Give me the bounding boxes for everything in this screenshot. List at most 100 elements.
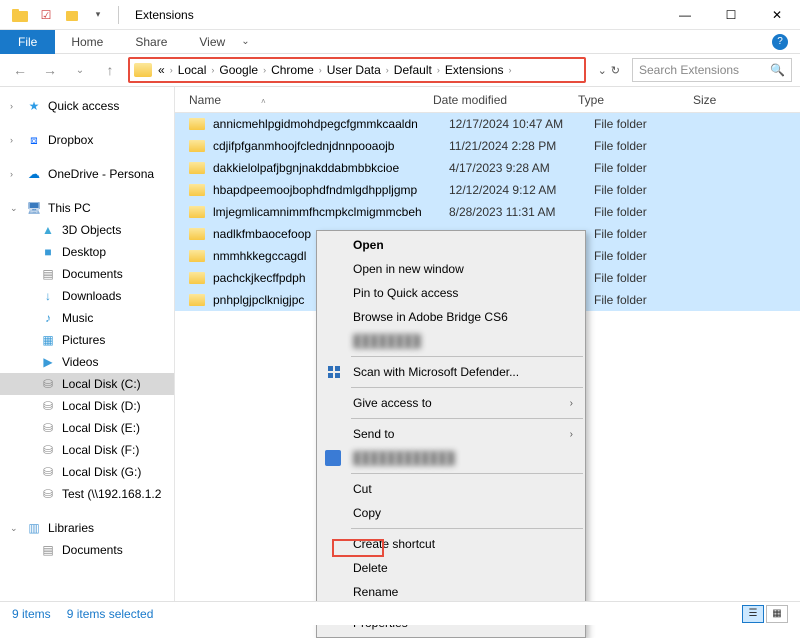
folder-icon — [189, 250, 205, 262]
menu-blurred-item[interactable]: ████████ — [317, 329, 585, 353]
documents-icon: ▤ — [40, 266, 56, 282]
breadcrumb-item[interactable]: Default — [394, 63, 432, 77]
divider — [118, 6, 119, 24]
nav-pictures[interactable]: ▦Pictures — [0, 329, 174, 351]
address-bar[interactable]: « › Local› Google› Chrome› User Data› De… — [128, 57, 586, 83]
menu-blurred-item[interactable]: ████████████ — [317, 446, 585, 470]
breadcrumb-item[interactable]: Local — [178, 63, 207, 77]
nav-libraries[interactable]: ⌄▥Libraries — [0, 517, 174, 539]
folder-icon — [10, 5, 30, 25]
nav-quick-access[interactable]: ›★Quick access — [0, 95, 174, 117]
col-size[interactable]: Size — [693, 93, 800, 107]
search-placeholder: Search Extensions — [639, 63, 739, 77]
nav-music[interactable]: ♪Music — [0, 307, 174, 329]
nav-documents[interactable]: ▤Documents — [0, 263, 174, 285]
refresh-button[interactable]: ↻ — [611, 64, 620, 77]
menu-open[interactable]: Open — [317, 233, 585, 257]
menu-create-shortcut[interactable]: Create shortcut — [317, 532, 585, 556]
tab-share[interactable]: Share — [119, 31, 183, 53]
nav-local-g[interactable]: ⛁Local Disk (G:) — [0, 461, 174, 483]
nav-local-d[interactable]: ⛁Local Disk (D:) — [0, 395, 174, 417]
file-row[interactable]: annicmehlpgidmohdpegcfgmmkcaaldn12/17/20… — [175, 113, 800, 135]
menu-copy[interactable]: Copy — [317, 501, 585, 525]
nav-recent-dropdown[interactable]: ⌄ — [68, 58, 92, 82]
nav-up-button[interactable]: ↑ — [98, 58, 122, 82]
status-item-count: 9 items — [12, 607, 51, 621]
view-icons-button[interactable]: ▦ — [766, 605, 788, 623]
nav-videos[interactable]: ▶Videos — [0, 351, 174, 373]
window-title: Extensions — [135, 8, 194, 22]
nav-local-e[interactable]: ⛁Local Disk (E:) — [0, 417, 174, 439]
tab-home[interactable]: Home — [55, 31, 119, 53]
breadcrumb-item[interactable]: Google — [219, 63, 258, 77]
maximize-button[interactable]: ☐ — [708, 0, 754, 30]
help-button[interactable]: ? — [772, 34, 788, 50]
breadcrumb-overflow[interactable]: « — [158, 63, 165, 77]
view-details-button[interactable]: ☰ — [742, 605, 764, 623]
col-date[interactable]: Date modified — [433, 93, 578, 107]
divider — [351, 387, 583, 388]
breadcrumb[interactable]: « › Local› Google› Chrome› User Data› De… — [158, 63, 515, 77]
cube-icon: ▲ — [40, 222, 56, 238]
file-row[interactable]: cdjifpfganmhoojfclednjdnnpooaojb11/21/20… — [175, 135, 800, 157]
nav-local-c[interactable]: ⛁Local Disk (C:) — [0, 373, 174, 395]
nav-this-pc[interactable]: ⌄🖥This PC — [0, 197, 174, 219]
menu-defender[interactable]: Scan with Microsoft Defender... — [317, 360, 585, 384]
nav-local-f[interactable]: ⛁Local Disk (F:) — [0, 439, 174, 461]
address-row: ← → ⌄ ↑ « › Local› Google› Chrome› User … — [0, 54, 800, 86]
menu-give-access[interactable]: Give access to› — [317, 391, 585, 415]
folder-icon — [189, 162, 205, 174]
titlebar: ☑ ▾ Extensions ― ☐ ✕ — [0, 0, 800, 30]
qat-item[interactable] — [62, 5, 82, 25]
address-dropdown-icon[interactable]: ⌄ — [598, 64, 607, 77]
disk-icon: ⛁ — [40, 376, 56, 392]
column-headers[interactable]: Name˄ Date modified Type Size — [175, 87, 800, 113]
menu-pin-quick-access[interactable]: Pin to Quick access — [317, 281, 585, 305]
menu-open-new-window[interactable]: Open in new window — [317, 257, 585, 281]
navigation-pane: ›★Quick access ›⧈Dropbox ›☁OneDrive - Pe… — [0, 87, 175, 601]
nav-back-button[interactable]: ← — [8, 58, 32, 82]
desktop-icon: ■ — [40, 244, 56, 260]
menu-send-to[interactable]: Send to› — [317, 422, 585, 446]
nav-downloads[interactable]: ↓Downloads — [0, 285, 174, 307]
downloads-icon: ↓ — [40, 288, 56, 304]
folder-icon — [189, 118, 205, 130]
qat-item[interactable]: ☑ — [36, 5, 56, 25]
menu-bridge[interactable]: Browse in Adobe Bridge CS6 — [317, 305, 585, 329]
tab-file[interactable]: File — [0, 30, 55, 54]
overflow-icon[interactable]: ▾ — [88, 5, 108, 25]
documents-icon: ▤ — [40, 542, 56, 558]
folder-icon — [134, 63, 152, 77]
ribbon-expand-icon[interactable]: ⌄ — [241, 36, 249, 47]
status-selection-count: 9 items selected — [67, 607, 154, 621]
disk-icon: ⛁ — [40, 420, 56, 436]
col-type[interactable]: Type — [578, 93, 693, 107]
nav-network-test[interactable]: ⛁Test (\\192.168.1.2 — [0, 483, 174, 505]
folder-icon — [189, 228, 205, 240]
nav-3d-objects[interactable]: ▲3D Objects — [0, 219, 174, 241]
col-name[interactable]: Name — [189, 93, 221, 107]
nav-onedrive[interactable]: ›☁OneDrive - Persona — [0, 163, 174, 185]
chevron-right-icon: › — [570, 429, 573, 440]
file-row[interactable]: hbapdpeemoojbophdfndmlgdhppljgmp12/12/20… — [175, 179, 800, 201]
context-menu: Open Open in new window Pin to Quick acc… — [316, 230, 586, 638]
pc-icon: 🖥 — [26, 200, 42, 216]
folder-icon — [189, 272, 205, 284]
file-row[interactable]: lmjegmlicamnimmfhcmpkclmigmmcbeh8/28/202… — [175, 201, 800, 223]
file-row[interactable]: dakkielolpafjbgnjnakddabmbbkcioe4/17/202… — [175, 157, 800, 179]
breadcrumb-item[interactable]: User Data — [327, 63, 381, 77]
search-input[interactable]: Search Extensions 🔍 — [632, 58, 792, 82]
shield-icon — [325, 363, 343, 381]
nav-dropbox[interactable]: ›⧈Dropbox — [0, 129, 174, 151]
nav-desktop[interactable]: ■Desktop — [0, 241, 174, 263]
nav-forward-button[interactable]: → — [38, 58, 62, 82]
nav-lib-documents[interactable]: ▤Documents — [0, 539, 174, 561]
close-button[interactable]: ✕ — [754, 0, 800, 30]
breadcrumb-item[interactable]: Extensions — [445, 63, 504, 77]
minimize-button[interactable]: ― — [662, 0, 708, 30]
tab-view[interactable]: View — [183, 31, 241, 53]
breadcrumb-item[interactable]: Chrome — [271, 63, 314, 77]
menu-delete[interactable]: Delete — [317, 556, 585, 580]
divider — [351, 528, 583, 529]
menu-cut[interactable]: Cut — [317, 477, 585, 501]
